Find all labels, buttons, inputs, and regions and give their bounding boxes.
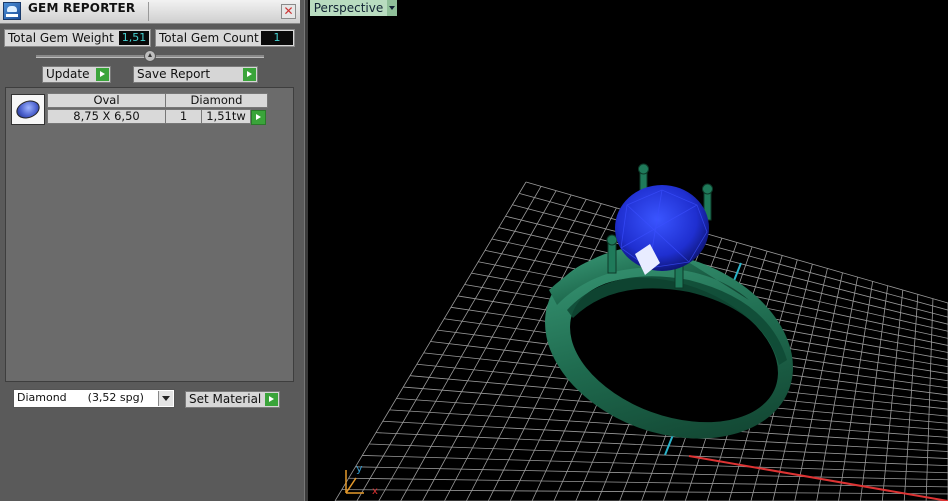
axis-y-label: y (356, 462, 363, 475)
oval-gem-icon[interactable] (11, 94, 45, 125)
play-arrow-icon (96, 68, 109, 81)
total-gem-count-label: Total Gem Count (159, 31, 259, 45)
save-report-button-label: Save Report (137, 67, 211, 81)
splitter-knob[interactable] (144, 50, 156, 62)
panel-divider[interactable] (304, 0, 308, 501)
total-gem-weight-value: 1,51 (119, 31, 149, 45)
gem-thumbnail-stone (13, 97, 43, 122)
update-button[interactable]: Update (42, 66, 111, 83)
grid-axis-x-line (688, 455, 948, 501)
panel-title: GEM REPORTER (28, 1, 136, 15)
diamond-stone (615, 185, 709, 271)
gem-weight-cell: 1,51tw (201, 109, 251, 124)
total-gem-count-value: 1 (261, 31, 293, 45)
material-select-value: Diamond (3,52 spg) (17, 391, 144, 404)
view-mode-label[interactable]: Perspective (310, 0, 387, 16)
gem-shape-cell: Oval (47, 93, 166, 108)
dropdown-arrow-icon[interactable] (158, 391, 173, 406)
save-report-button[interactable]: Save Report (133, 66, 258, 83)
play-arrow-icon (243, 68, 256, 81)
gem-count-cell: 1 (165, 109, 202, 124)
play-arrow-icon (265, 393, 278, 406)
play-arrow-icon[interactable] (251, 110, 266, 125)
gem-material-cell: Diamond (165, 93, 268, 108)
gem-list: Oval Diamond 8,75 X 6,50 1 1,51tw (5, 87, 294, 382)
title-separator (148, 2, 149, 21)
3d-viewport[interactable]: Perspective y x (309, 0, 948, 501)
scene-canvas (334, 163, 948, 501)
total-gem-weight: Total Gem Weight 1,51 (4, 29, 151, 47)
panel-titlebar[interactable]: GEM REPORTER ✕ (0, 0, 300, 24)
set-material-button-label: Set Material (189, 392, 262, 406)
set-material-button[interactable]: Set Material (185, 391, 280, 408)
axis-x-label: x (372, 486, 378, 497)
close-icon[interactable]: ✕ (281, 4, 296, 19)
total-gem-weight-label: Total Gem Weight (8, 31, 114, 45)
gem-reporter-panel: GEM REPORTER ✕ Total Gem Weight 1,51 Tot… (0, 0, 304, 501)
gem-size-cell: 8,75 X 6,50 (47, 109, 166, 124)
material-select[interactable]: Diamond (3,52 spg) (13, 389, 175, 408)
update-button-label: Update (46, 67, 90, 81)
total-gem-count: Total Gem Count 1 (155, 29, 295, 47)
gem-reporter-icon (3, 2, 21, 20)
dropdown-arrow-icon[interactable] (387, 0, 397, 16)
